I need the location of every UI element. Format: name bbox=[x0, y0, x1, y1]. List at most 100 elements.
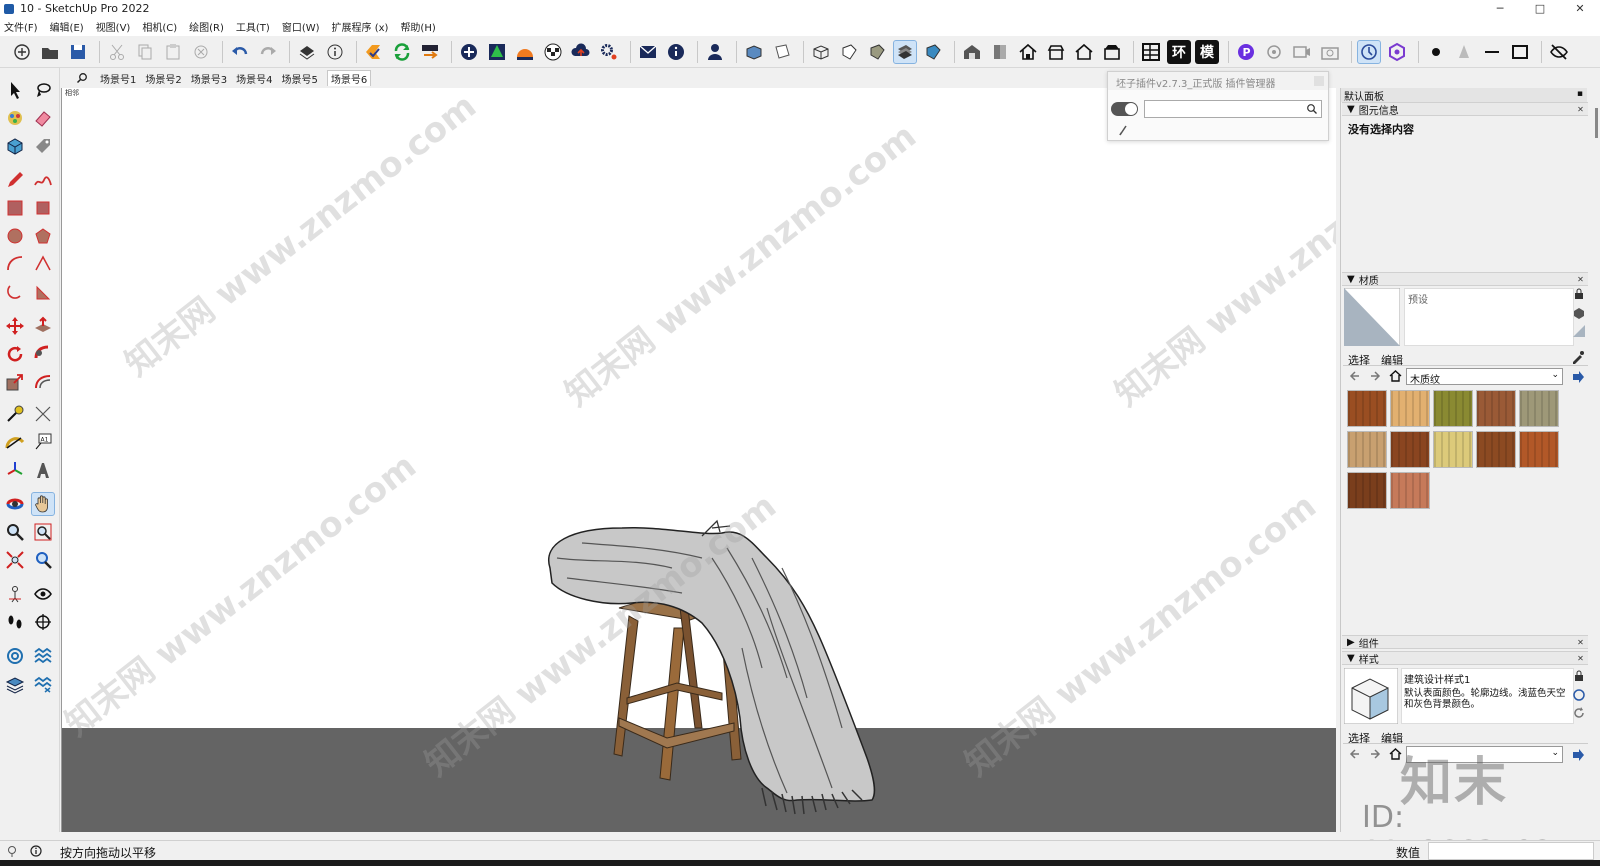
redo-button[interactable] bbox=[256, 40, 280, 64]
material-swatch[interactable] bbox=[1433, 390, 1473, 427]
back-arrow-icon[interactable] bbox=[1349, 370, 1361, 382]
walk-tool[interactable] bbox=[3, 610, 27, 634]
scale-tool[interactable] bbox=[3, 370, 27, 394]
menu-edit[interactable]: 编辑(E) bbox=[50, 19, 84, 34]
scene-tab-2[interactable]: 场景号2 bbox=[145, 71, 181, 86]
checker-button[interactable] bbox=[541, 40, 565, 64]
back-arrow-icon[interactable] bbox=[1349, 748, 1361, 760]
pan-tool[interactable] bbox=[31, 492, 55, 516]
line-button[interactable] bbox=[1480, 40, 1504, 64]
text-tool[interactable]: A1 bbox=[31, 430, 55, 454]
video-button[interactable] bbox=[1290, 40, 1314, 64]
update-style-icon[interactable] bbox=[1572, 706, 1586, 720]
render-button[interactable] bbox=[1385, 40, 1409, 64]
tray-scrollbar[interactable] bbox=[1595, 108, 1598, 138]
paste-button[interactable] bbox=[161, 40, 185, 64]
rectangle-button[interactable] bbox=[1508, 40, 1532, 64]
plugin-check-button[interactable] bbox=[362, 40, 386, 64]
scene-tab-3[interactable]: 场景号3 bbox=[191, 71, 227, 86]
warehouse-button[interactable] bbox=[960, 40, 984, 64]
model-text-button[interactable]: 模 bbox=[1195, 39, 1219, 64]
rotated-rectangle-tool[interactable] bbox=[31, 196, 55, 220]
print-button[interactable] bbox=[295, 40, 319, 64]
look-around-tool[interactable] bbox=[31, 582, 55, 606]
follow-me-tool[interactable] bbox=[31, 342, 55, 366]
protractor-tool[interactable] bbox=[3, 430, 27, 454]
tape-measure-tool[interactable] bbox=[3, 402, 27, 426]
material-swatch[interactable] bbox=[1390, 390, 1430, 427]
zoom-extents-tool[interactable] bbox=[3, 548, 27, 572]
erase-button[interactable] bbox=[189, 40, 213, 64]
orbit-tool[interactable] bbox=[3, 492, 27, 516]
select-tool[interactable] bbox=[3, 78, 27, 102]
transfer-button[interactable] bbox=[418, 40, 442, 64]
info-icon[interactable] bbox=[30, 845, 42, 857]
cut-button[interactable] bbox=[105, 40, 129, 64]
previous-view-tool[interactable] bbox=[31, 548, 55, 572]
polygon-tool[interactable] bbox=[31, 224, 55, 248]
add-button[interactable] bbox=[457, 40, 481, 64]
push-pull-tool[interactable] bbox=[31, 314, 55, 338]
tag-tool[interactable] bbox=[31, 134, 55, 158]
sandbox-contours-tool[interactable] bbox=[3, 644, 27, 668]
cone-button[interactable] bbox=[1452, 40, 1476, 64]
view-top-button[interactable] bbox=[770, 40, 794, 64]
axes-tool[interactable] bbox=[3, 458, 27, 482]
style-textured-button[interactable] bbox=[893, 39, 917, 64]
line-tool[interactable] bbox=[3, 168, 27, 192]
menu-window[interactable]: 窗口(W) bbox=[282, 19, 320, 34]
section-plane-tool[interactable] bbox=[31, 610, 55, 634]
entity-info-header[interactable]: ▼ 图元信息 ✕ bbox=[1342, 102, 1588, 117]
default-material-icon[interactable] bbox=[1572, 324, 1586, 338]
brush-icon[interactable] bbox=[1118, 124, 1128, 136]
material-swatch[interactable] bbox=[1433, 431, 1473, 468]
eyedropper-icon[interactable] bbox=[1571, 350, 1585, 364]
cloud-button[interactable] bbox=[569, 40, 593, 64]
rectangle-tool[interactable] bbox=[3, 196, 27, 220]
about-button[interactable] bbox=[664, 40, 688, 64]
mail-button[interactable] bbox=[636, 40, 660, 64]
materials-header[interactable]: ▼ 材质 ✕ bbox=[1342, 272, 1588, 287]
position-camera-tool[interactable] bbox=[3, 582, 27, 606]
view-iso-button[interactable] bbox=[742, 40, 766, 64]
sunlight-button[interactable] bbox=[513, 40, 537, 64]
zoom-window-tool[interactable] bbox=[31, 520, 55, 544]
arc-tool[interactable] bbox=[3, 252, 27, 276]
material-swatch[interactable] bbox=[1519, 431, 1559, 468]
ring-text-button[interactable]: 环 bbox=[1167, 39, 1191, 64]
geo-location-icon[interactable] bbox=[6, 845, 18, 857]
snapshot-button[interactable] bbox=[1318, 40, 1342, 64]
house-side-button[interactable] bbox=[1100, 40, 1124, 64]
menu-tools[interactable]: 工具(T) bbox=[236, 19, 270, 34]
dot-button[interactable] bbox=[1424, 40, 1448, 64]
camera-orbit-button[interactable] bbox=[1262, 40, 1286, 64]
timer-button[interactable] bbox=[1357, 39, 1381, 64]
components-header[interactable]: ▶ 组件 ✕ bbox=[1342, 635, 1588, 650]
offset-tool[interactable] bbox=[31, 370, 55, 394]
menu-view[interactable]: 视图(V) bbox=[96, 19, 131, 34]
dimension-tool[interactable] bbox=[31, 402, 55, 426]
material-swatch[interactable] bbox=[1347, 431, 1387, 468]
model-info-button[interactable] bbox=[323, 40, 347, 64]
plugin-manager-close-button[interactable] bbox=[1314, 76, 1324, 86]
style-shaded-button[interactable] bbox=[865, 40, 889, 64]
plugin-toggle[interactable] bbox=[1111, 102, 1138, 116]
3d-text-tool[interactable] bbox=[31, 458, 55, 482]
component-tool[interactable] bbox=[3, 134, 27, 158]
scene-tab-5[interactable]: 场景号5 bbox=[282, 71, 318, 86]
plugin-p-button[interactable]: P bbox=[1234, 40, 1258, 64]
pie-tool[interactable] bbox=[31, 280, 55, 304]
search-icon[interactable] bbox=[76, 72, 88, 84]
settings-button[interactable] bbox=[597, 40, 621, 64]
forward-arrow-icon[interactable] bbox=[1369, 370, 1381, 382]
model-viewport[interactable]: 相邻 知末网 www.znzmo.com 知末网 www.znzmo.com 知… bbox=[61, 88, 1336, 832]
zoom-tool[interactable] bbox=[3, 520, 27, 544]
close-icon[interactable]: ✕ bbox=[1576, 638, 1585, 647]
refresh-button[interactable] bbox=[390, 40, 414, 64]
lock-icon[interactable] bbox=[1573, 288, 1585, 300]
house-outline-button[interactable] bbox=[1072, 40, 1096, 64]
material-swatch[interactable] bbox=[1519, 390, 1559, 427]
hide-button[interactable] bbox=[1547, 40, 1571, 64]
style-wireframe-button[interactable] bbox=[837, 40, 861, 64]
close-icon[interactable]: ✕ bbox=[1576, 654, 1585, 663]
